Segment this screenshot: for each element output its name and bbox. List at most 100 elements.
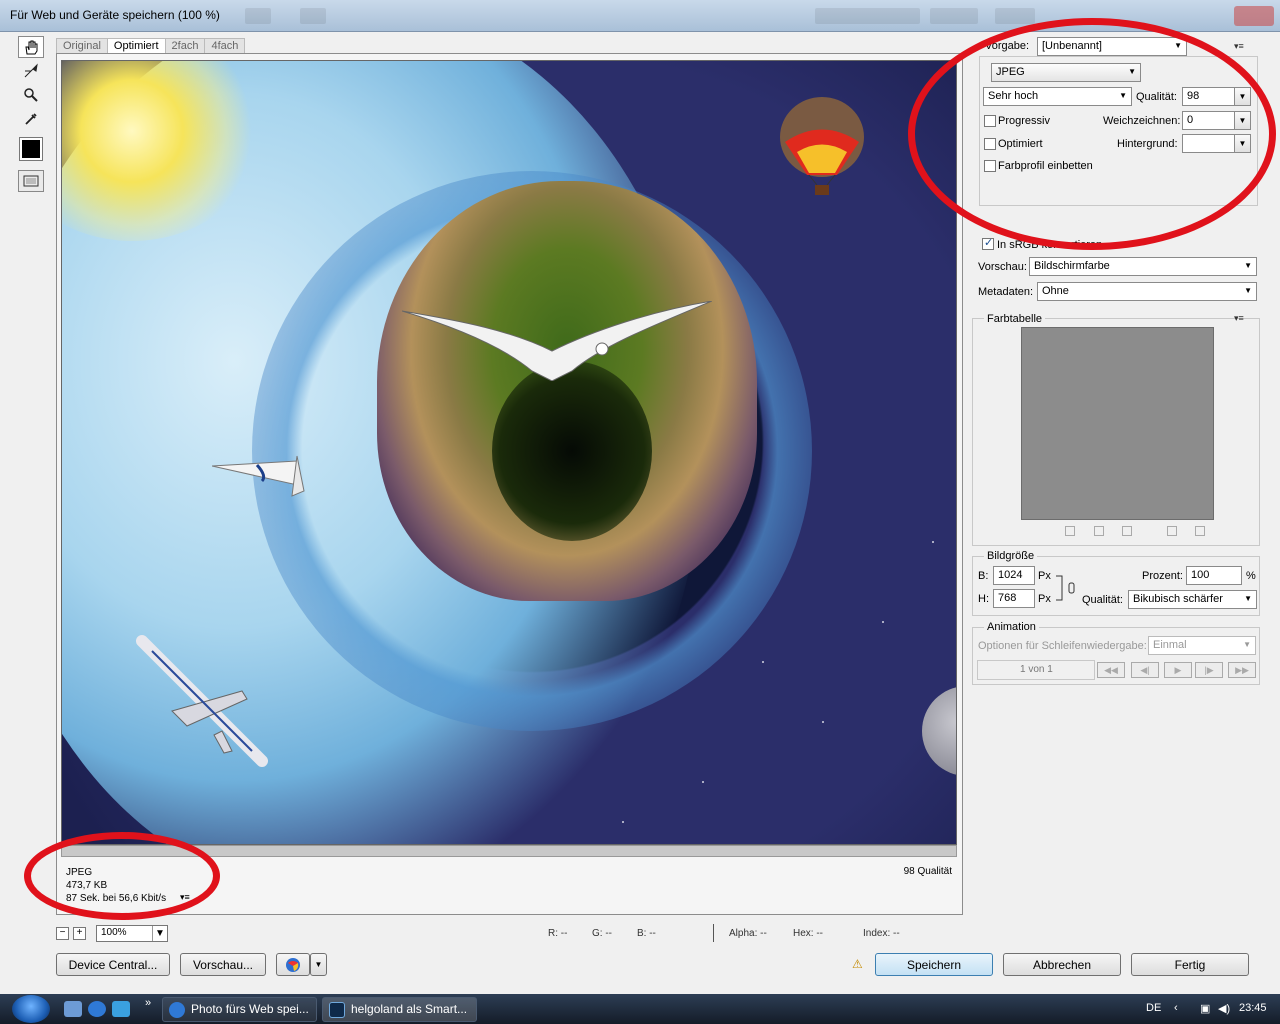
play-button[interactable]: ▶ <box>1164 662 1192 678</box>
quality-value: 98 <box>1187 90 1200 102</box>
new-color-icon[interactable] <box>1167 526 1177 536</box>
internet-explorer-icon[interactable] <box>88 1001 106 1017</box>
ghost-icon <box>245 8 271 24</box>
preset-select[interactable]: [Unbenannt] ▼ <box>1037 37 1187 56</box>
width-input[interactable]: 1024 <box>993 566 1035 585</box>
embed-profile-checkbox[interactable] <box>984 160 996 172</box>
progressive-checkbox[interactable] <box>984 115 996 127</box>
view-tabs: Original Optimiert 2fach 4fach <box>56 38 246 54</box>
chevron-down-icon: ▼ <box>314 960 323 969</box>
metadata-select[interactable]: Ohne ▼ <box>1037 282 1257 301</box>
height-value: 768 <box>998 592 1017 604</box>
format-value: JPEG <box>996 66 1025 78</box>
zoom-tool[interactable] <box>18 84 44 106</box>
planet-core-artwork <box>492 361 652 541</box>
preview-select[interactable]: Bildschirmfarbe ▼ <box>1029 257 1257 276</box>
eyedropper-tool[interactable] <box>18 108 44 130</box>
zoom-level-select[interactable]: 100% ▼ <box>96 924 168 942</box>
matte-label: Hintergrund: <box>1117 138 1178 150</box>
tray-expand-icon[interactable]: ‹ <box>1174 1002 1178 1014</box>
chevron-down-icon: ▼ <box>1244 594 1252 603</box>
tab-4up[interactable]: 4fach <box>204 38 246 54</box>
loop-options-select[interactable]: Einmal ▼ <box>1148 636 1256 655</box>
cancel-button[interactable]: Abbrechen <box>1003 953 1121 976</box>
image-preview[interactable] <box>61 60 957 845</box>
quality-preset-value: Sehr hoch <box>988 90 1039 102</box>
blur-value: 0 <box>1187 114 1194 126</box>
hand-icon <box>25 40 38 55</box>
download-rate-menu-icon[interactable]: ▾≡ <box>180 892 190 903</box>
browser-preview-button[interactable] <box>276 953 310 976</box>
done-button[interactable]: Fertig <box>1131 953 1249 976</box>
language-indicator[interactable]: DE <box>1146 1002 1161 1014</box>
previous-frame-button[interactable]: ◀| <box>1131 662 1159 678</box>
volume-icon[interactable]: ◀) <box>1218 1002 1230 1015</box>
percent-input[interactable]: 100 <box>1186 566 1242 585</box>
first-frame-button[interactable]: ◀◀ <box>1097 662 1125 678</box>
constrain-proportions-icon[interactable] <box>1056 574 1080 604</box>
color-table-menu-icon[interactable]: ▾≡ <box>1234 313 1244 324</box>
blur-input[interactable]: 0 ▼ <box>1182 111 1251 130</box>
chevron-down-icon[interactable]: ▼ <box>1234 135 1250 152</box>
blue-readout: B: -- <box>637 928 656 939</box>
device-central-button[interactable]: Device Central... <box>56 953 170 976</box>
chevron-down-icon: ▼ <box>1244 286 1252 295</box>
browser-menu-button[interactable]: ▼ <box>310 953 327 976</box>
chevron-down-icon[interactable]: ▼ <box>1234 112 1250 129</box>
percent-value: 100 <box>1191 569 1210 581</box>
eyedropper-color-swatch[interactable] <box>19 137 43 161</box>
show-desktop-icon[interactable] <box>64 1001 82 1017</box>
loop-options-value: Einmal <box>1153 639 1187 651</box>
hex-readout: Hex: -- <box>793 928 823 939</box>
srgb-label: In sRGB konvertieren <box>997 239 1103 251</box>
media-player-icon[interactable] <box>112 1001 130 1017</box>
hand-tool[interactable] <box>18 36 44 58</box>
horizontal-scrollbar[interactable] <box>61 845 957 857</box>
quality-preset-select[interactable]: Sehr hoch ▼ <box>983 87 1132 106</box>
zoom-out-button[interactable]: − <box>56 926 69 940</box>
map-color-icon[interactable] <box>1065 526 1075 536</box>
width-label: B: <box>978 570 989 582</box>
toggle-slices-button[interactable] <box>18 170 44 192</box>
save-for-web-window: Für Web und Geräte speichern (100 %) Ori… <box>0 0 1280 994</box>
tab-optimized[interactable]: Optimiert <box>106 38 166 54</box>
network-icon[interactable]: ▣ <box>1200 1002 1210 1015</box>
ghost-button <box>995 8 1035 24</box>
divider <box>713 924 714 942</box>
settings-menu-icon[interactable]: ▾≡ <box>1234 41 1244 52</box>
preview-button[interactable]: Vorschau... <box>180 953 266 976</box>
height-input[interactable]: 768 <box>993 589 1035 608</box>
eyedropper-icon <box>25 113 37 125</box>
save-button[interactable]: Speichern <box>875 953 993 976</box>
tab-2up[interactable]: 2fach <box>164 38 206 54</box>
quality-input[interactable]: 98 ▼ <box>1182 87 1251 106</box>
magnifier-icon <box>24 88 38 102</box>
trash-icon[interactable] <box>1195 526 1205 536</box>
matte-select[interactable]: ▼ <box>1182 134 1251 153</box>
taskbar-item-photoshop[interactable]: helgoland als Smart... <box>322 997 477 1022</box>
zoom-in-button[interactable]: + <box>73 926 86 940</box>
chevron-down-icon[interactable]: ▼ <box>1234 88 1250 105</box>
tab-original[interactable]: Original <box>56 38 108 54</box>
lock-icon[interactable] <box>1122 526 1132 536</box>
taskbar-item-photo-web[interactable]: Photo fürs Web spei... <box>162 997 317 1022</box>
next-frame-button[interactable]: |▶ <box>1195 662 1223 678</box>
last-frame-button[interactable]: ▶▶ <box>1228 662 1256 678</box>
chevron-down-icon: ▼ <box>1128 67 1136 76</box>
chevron-down-icon: ▼ <box>1243 640 1251 649</box>
optimization-info: JPEG 473,7 KB 87 Sek. bei 56,6 Kbit/s ▾≡… <box>62 862 956 908</box>
close-button[interactable] <box>1234 6 1274 26</box>
windows-start-icon[interactable] <box>12 995 50 1023</box>
chevron-down-icon: ▼ <box>1119 91 1127 100</box>
resample-quality-select[interactable]: Bikubisch schärfer ▼ <box>1128 590 1257 609</box>
quicklaunch-overflow-icon[interactable]: » <box>145 997 151 1009</box>
optimized-checkbox[interactable] <box>984 138 996 150</box>
format-select[interactable]: JPEG ▼ <box>991 63 1141 82</box>
index-readout: Index: -- <box>863 928 900 939</box>
clock[interactable]: 23:45 <box>1239 1002 1267 1014</box>
slice-select-tool[interactable] <box>18 60 44 82</box>
optimized-label: Optimiert <box>998 138 1043 150</box>
web-shift-icon[interactable] <box>1094 526 1104 536</box>
srgb-checkbox[interactable] <box>982 236 994 250</box>
image-size-title: Bildgröße <box>984 550 1038 562</box>
